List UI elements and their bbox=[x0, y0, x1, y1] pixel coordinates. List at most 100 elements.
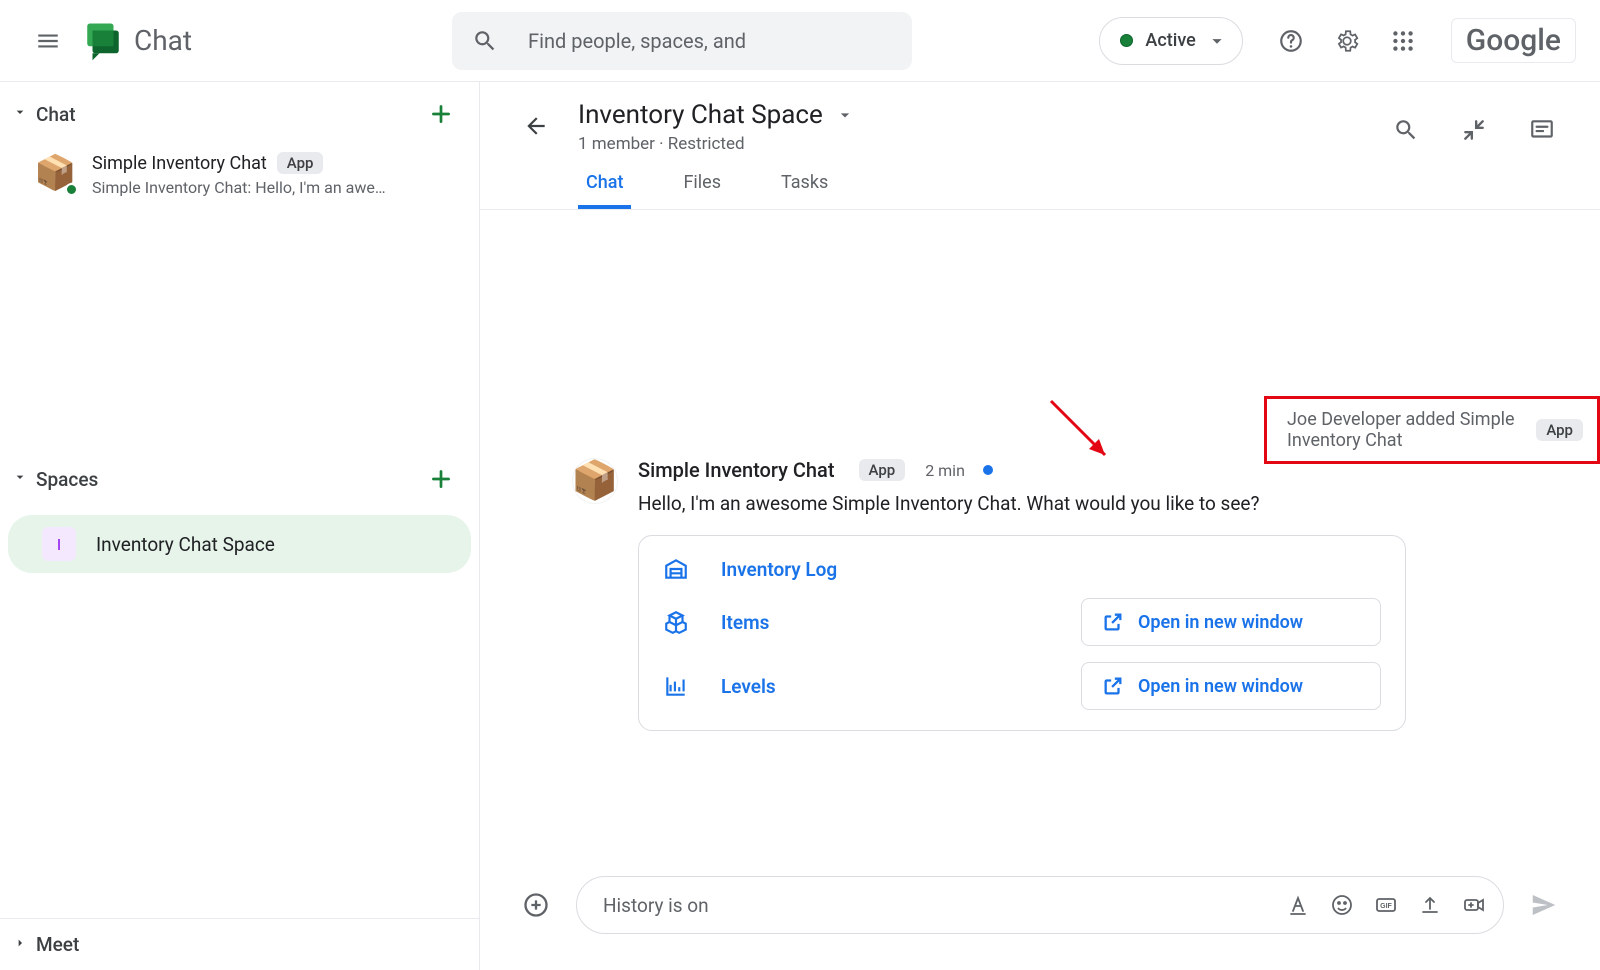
add-attachment-button[interactable] bbox=[516, 885, 556, 925]
space-header: Inventory Chat Space 1 member · Restrict… bbox=[480, 82, 1600, 154]
upload-button[interactable] bbox=[1417, 892, 1443, 918]
new-chat-button[interactable] bbox=[423, 96, 459, 132]
message: 📦 Simple Inventory Chat App 2 min Hello,… bbox=[520, 458, 1560, 731]
open-new-window-button[interactable]: Open in new window bbox=[1081, 598, 1381, 646]
chat-logo-icon bbox=[82, 20, 124, 62]
main-panel: Inventory Chat Space 1 member · Restrict… bbox=[480, 82, 1600, 970]
search-placeholder: Find people, spaces, and bbox=[528, 29, 746, 53]
card-option-levels[interactable]: Levels bbox=[663, 673, 1051, 699]
help-icon bbox=[1278, 28, 1304, 54]
message-sender: Simple Inventory Chat bbox=[638, 458, 835, 482]
product-logo[interactable]: Chat bbox=[82, 20, 192, 62]
message-time: 2 min bbox=[925, 461, 965, 480]
message-input[interactable]: History is on GIF bbox=[576, 876, 1504, 934]
system-message-highlight: Joe Developer added Simple Inventory Cha… bbox=[1264, 396, 1600, 464]
help-button[interactable] bbox=[1267, 17, 1315, 65]
card-option-items[interactable]: Items bbox=[663, 609, 1051, 635]
tab-files[interactable]: Files bbox=[675, 172, 729, 209]
new-space-button[interactable] bbox=[423, 461, 459, 497]
status-selector[interactable]: Active bbox=[1099, 17, 1242, 65]
space-title: Inventory Chat Space bbox=[578, 100, 823, 130]
search-icon bbox=[472, 28, 498, 54]
back-button[interactable] bbox=[514, 104, 558, 148]
gif-icon: GIF bbox=[1374, 893, 1398, 917]
chat-panel-icon bbox=[1529, 117, 1555, 143]
space-title-dropdown[interactable]: Inventory Chat Space bbox=[578, 100, 1382, 130]
meet-section-title: Meet bbox=[36, 933, 79, 956]
apps-grid-icon bbox=[1390, 28, 1416, 54]
presence-indicator bbox=[65, 183, 78, 196]
spaces-section-title: Spaces bbox=[36, 468, 98, 491]
emoji-icon bbox=[1330, 893, 1354, 917]
video-meet-button[interactable] bbox=[1461, 892, 1487, 918]
space-tabs: Chat Files Tasks bbox=[480, 172, 1600, 210]
open-label: Open in new window bbox=[1138, 676, 1303, 697]
space-search-button[interactable] bbox=[1382, 106, 1430, 154]
package-icon: 📦 bbox=[571, 459, 618, 503]
app-badge: App bbox=[1536, 419, 1583, 441]
external-link-icon bbox=[1102, 675, 1124, 697]
card-label: Inventory Log bbox=[721, 558, 837, 581]
collapse-button[interactable] bbox=[1450, 106, 1498, 154]
chat-item-name: Simple Inventory Chat bbox=[92, 153, 267, 174]
chevron-down-icon bbox=[835, 105, 855, 125]
chat-list-item[interactable]: 📦 Simple Inventory Chat App Simple Inven… bbox=[0, 146, 479, 207]
chevron-down-icon bbox=[1206, 30, 1228, 52]
open-new-window-button[interactable]: Open in new window bbox=[1081, 662, 1381, 710]
tab-tasks[interactable]: Tasks bbox=[773, 172, 836, 209]
composer-area: History is on GIF bbox=[480, 860, 1600, 970]
warehouse-icon bbox=[663, 556, 689, 582]
chat-item-preview: Simple Inventory Chat: Hello, I'm an awe… bbox=[92, 178, 459, 197]
message-body: Hello, I'm an awesome Simple Inventory C… bbox=[638, 492, 1560, 515]
spaces-section-header[interactable]: Spaces bbox=[0, 447, 479, 511]
sidebar: Chat 📦 Simple Inventory Chat App Simple … bbox=[0, 82, 480, 970]
svg-text:GIF: GIF bbox=[1380, 903, 1392, 910]
settings-button[interactable] bbox=[1323, 17, 1371, 65]
video-plus-icon bbox=[1462, 893, 1486, 917]
caret-down-icon bbox=[12, 469, 28, 489]
space-list-item[interactable]: I Inventory Chat Space bbox=[8, 515, 471, 573]
main-menu-button[interactable] bbox=[28, 21, 68, 61]
app-badge: App bbox=[277, 152, 324, 174]
status-label: Active bbox=[1145, 30, 1195, 51]
card-label: Items bbox=[721, 611, 769, 634]
card-label: Levels bbox=[721, 675, 776, 698]
chat-section-header[interactable]: Chat bbox=[0, 82, 479, 146]
meet-section-header[interactable]: Meet bbox=[0, 918, 479, 970]
emoji-button[interactable] bbox=[1329, 892, 1355, 918]
thread-panel-button[interactable] bbox=[1518, 106, 1566, 154]
send-button[interactable] bbox=[1524, 885, 1564, 925]
plus-circle-icon bbox=[522, 891, 550, 919]
external-link-icon bbox=[1102, 611, 1124, 633]
bar-chart-icon bbox=[663, 673, 689, 699]
open-label: Open in new window bbox=[1138, 612, 1303, 633]
gif-button[interactable]: GIF bbox=[1373, 892, 1399, 918]
upload-icon bbox=[1418, 893, 1442, 917]
status-dot-icon bbox=[1120, 34, 1133, 47]
card-option-inventory-log[interactable]: Inventory Log bbox=[663, 556, 1381, 582]
conversation-area: Joe Developer added Simple Inventory Cha… bbox=[480, 210, 1600, 860]
apps-button[interactable] bbox=[1379, 17, 1427, 65]
gear-icon bbox=[1334, 28, 1360, 54]
arrow-left-icon bbox=[523, 113, 549, 139]
tab-chat[interactable]: Chat bbox=[578, 172, 631, 209]
search-icon bbox=[1393, 117, 1419, 143]
composer-placeholder: History is on bbox=[603, 894, 1285, 917]
app-header: Chat Find people, spaces, and Active Goo… bbox=[0, 0, 1600, 82]
search-input[interactable]: Find people, spaces, and bbox=[452, 12, 912, 70]
format-button[interactable] bbox=[1285, 892, 1311, 918]
message-avatar: 📦 bbox=[572, 458, 618, 504]
message-card: Inventory Log Items Open in new window bbox=[638, 535, 1406, 731]
send-icon bbox=[1529, 890, 1559, 920]
text-format-icon bbox=[1286, 893, 1310, 917]
space-item-name: Inventory Chat Space bbox=[96, 533, 275, 556]
caret-right-icon bbox=[12, 935, 28, 955]
space-avatar: I bbox=[42, 527, 76, 561]
caret-down-icon bbox=[12, 104, 28, 124]
app-badge: App bbox=[859, 459, 906, 481]
google-logo[interactable]: Google bbox=[1451, 18, 1576, 63]
unread-indicator bbox=[983, 465, 993, 475]
annotation-arrow bbox=[1045, 395, 1117, 467]
plus-icon bbox=[428, 101, 454, 127]
menu-icon bbox=[35, 28, 61, 54]
